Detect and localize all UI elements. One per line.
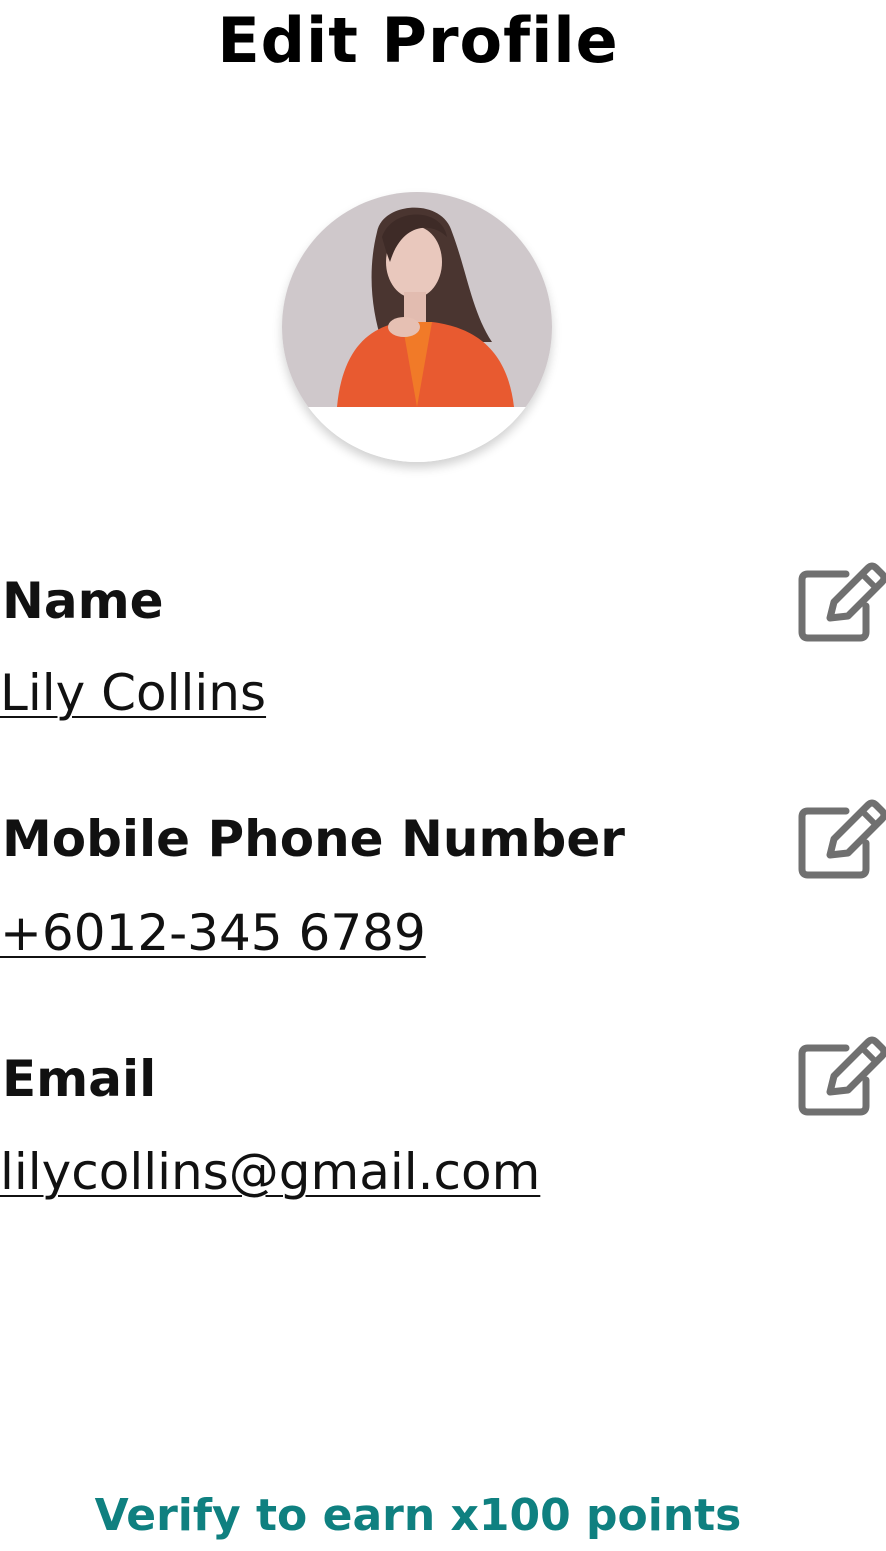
email-value[interactable]: lilycollins@gmail.com [0, 1143, 540, 1201]
edit-profile-screen: Edit Profile Name Lily Collins Mobile Ph… [0, 0, 886, 1551]
name-label: Name [2, 572, 164, 630]
email-label: Email [2, 1050, 157, 1108]
verify-link[interactable]: Verify to earn x100 points [0, 1490, 836, 1541]
edit-name-icon [798, 562, 886, 642]
page-title: Edit Profile [217, 4, 619, 77]
edit-phone-button[interactable] [798, 799, 886, 879]
avatar-image [282, 192, 552, 462]
edit-email-icon [798, 1036, 886, 1116]
phone-label: Mobile Phone Number [2, 810, 625, 868]
phone-value[interactable]: +6012-345 6789 [0, 904, 426, 962]
edit-email-button[interactable] [798, 1036, 886, 1116]
edit-name-button[interactable] [798, 562, 886, 642]
edit-phone-icon [798, 799, 886, 879]
name-value[interactable]: Lily Collins [0, 664, 266, 722]
avatar[interactable] [282, 192, 552, 462]
